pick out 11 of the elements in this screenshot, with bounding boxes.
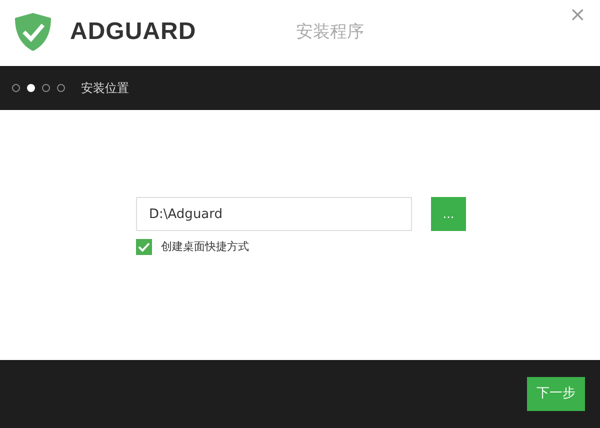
step-title: 安装位置	[81, 80, 129, 97]
path-field[interactable]: D:\Adguard	[136, 197, 412, 231]
close-button[interactable]: ×	[567, 2, 588, 26]
checkbox-label: 创建桌面快捷方式	[161, 239, 249, 255]
shield-logo-icon	[14, 12, 52, 52]
checkbox[interactable]	[136, 239, 152, 256]
check-icon	[138, 242, 150, 252]
next-button[interactable]: 下一步	[527, 377, 585, 411]
window-title: 安装程序	[296, 21, 364, 44]
logo-text: ADGUARD	[70, 17, 196, 47]
browse-button[interactable]: ...	[431, 197, 466, 231]
